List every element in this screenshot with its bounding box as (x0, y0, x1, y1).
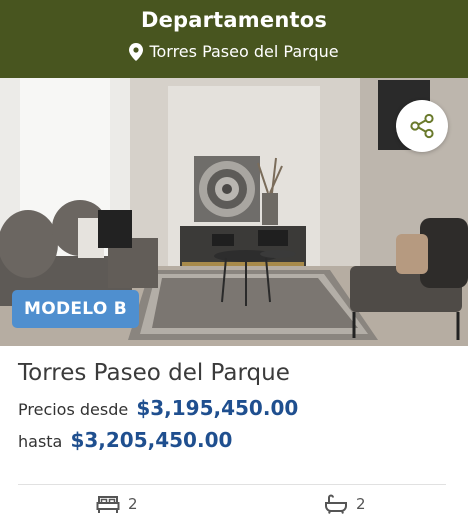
price-from-label: Precios desde (18, 400, 129, 419)
bedrooms-feature: 2 (96, 494, 138, 514)
bathtub-icon (325, 494, 347, 514)
listing-info: Torres Paseo del Parque Precios desde $3… (18, 360, 450, 460)
bedrooms-count: 2 (128, 495, 138, 513)
share-button[interactable] (396, 100, 448, 152)
category-title: Departamentos (140, 8, 328, 32)
card-header: Departamentos Torres Paseo del Parque (0, 0, 468, 78)
price-to-line: hasta $3,205,450.00 (18, 428, 450, 452)
price-from-amount: $3,195,450.00 (136, 396, 299, 420)
bed-icon (96, 496, 120, 513)
model-badge: MODELO B (12, 290, 140, 328)
bathrooms-feature: 2 (324, 494, 366, 514)
location-line: Torres Paseo del Parque (0, 42, 468, 61)
feature-row: 2 2 (0, 494, 468, 520)
property-title[interactable]: Torres Paseo del Parque (18, 360, 450, 386)
bathrooms-count: 2 (356, 495, 366, 513)
property-card[interactable]: Departamentos Torres Paseo del Parque MO… (0, 0, 468, 529)
divider (18, 484, 446, 485)
location-text: Torres Paseo del Parque (149, 42, 339, 61)
price-to-amount: $3,205,450.00 (70, 428, 233, 452)
price-to-label: hasta (18, 432, 63, 451)
share-icon (410, 113, 434, 139)
price-from-line: Precios desde $3,195,450.00 (18, 396, 450, 420)
map-pin-icon (129, 42, 144, 61)
